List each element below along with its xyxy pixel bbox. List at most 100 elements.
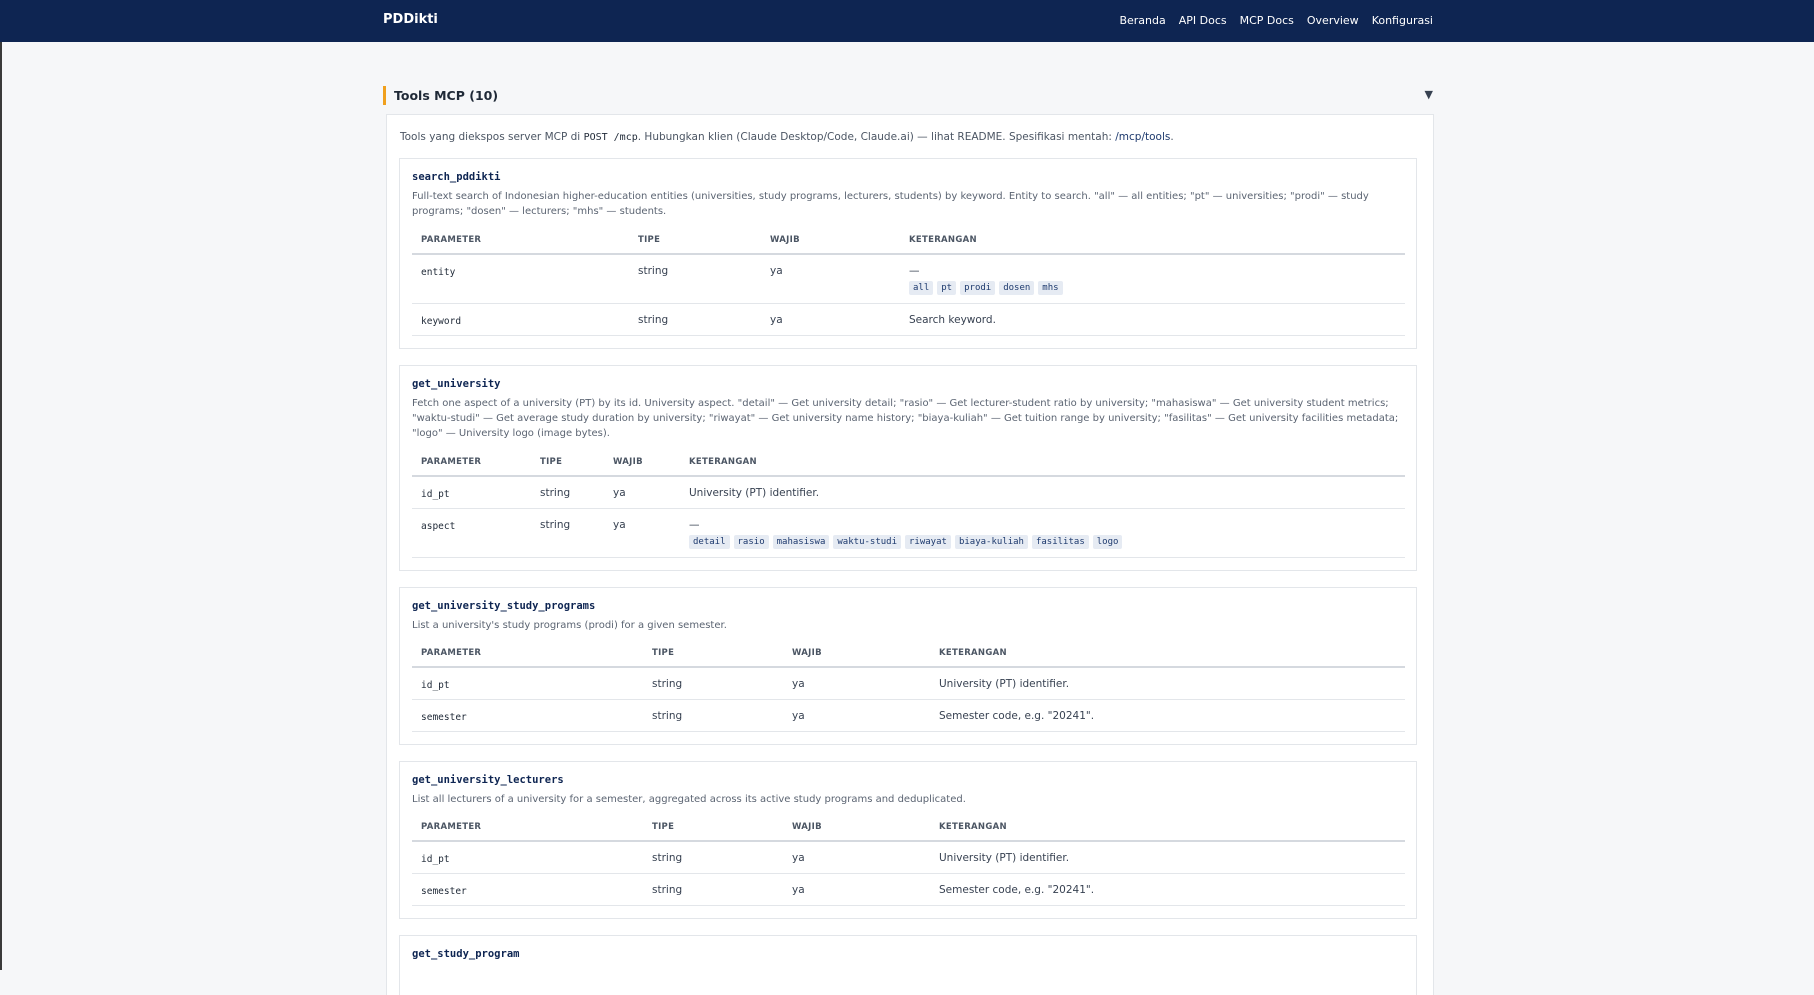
param-required: ya [792,710,805,722]
header-type: TIPE [652,648,675,658]
param-type: string [652,678,683,690]
tool-card-get-university-lecturers: get_university_lecturers List all lectur… [399,761,1417,919]
tool-description: List all lecturers of a university for a… [412,794,966,805]
enum-chip: detail [689,535,730,549]
nav-links: Beranda API Docs MCP Docs Overview Konfi… [1119,14,1433,27]
section-toggle[interactable]: Tools MCP (10) ▼ [383,86,1433,106]
param-type: string [540,519,571,531]
table-header: PARAMETER TIPE WAJIB KETERANGAN [412,454,1405,477]
enum-chip: mahasiswa [772,535,830,549]
enum-chip: mhs [1038,281,1063,295]
enum-chip: biaya-kuliah [954,535,1028,549]
header-description: KETERANGAN [909,235,977,245]
tool-name: search_pddikti [412,171,501,183]
nav-link-overview[interactable]: Overview [1307,14,1359,27]
params-table: PARAMETER TIPE WAJIB KETERANGAN entity s… [412,232,1405,336]
params-table: PARAMETER TIPE WAJIB KETERANGAN id_pt st… [412,454,1405,558]
header-required: WAJIB [613,457,643,467]
tool-card-get-study-program: get_study_program [399,935,1417,995]
param-required: ya [770,265,783,277]
table-row: aspect string ya — detail rasio mahasisw… [412,509,1405,558]
table-row: id_pt string ya University (PT) identifi… [412,668,1405,700]
nav-link-api-docs[interactable]: API Docs [1179,14,1227,27]
nav-link-mcp-docs[interactable]: MCP Docs [1240,14,1294,27]
table-row: entity string ya — all pt prodi dosen mh… [412,255,1405,304]
param-desc: Semester code, e.g. "20241". [939,710,1095,722]
param-type: string [638,314,669,326]
param-name: id_pt [421,680,450,691]
top-navbar: PDDikti Beranda API Docs MCP Docs Overvi… [0,0,1814,42]
brand-logo[interactable]: PDDikti [383,12,438,27]
section-title: Tools MCP (10) [394,88,499,103]
raw-spec-link[interactable]: /mcp/tools [1115,131,1170,143]
param-name: aspect [421,521,456,532]
param-desc: — [909,265,920,277]
param-desc: University (PT) identifier. [939,852,1070,864]
header-parameter: PARAMETER [421,648,482,658]
header-description: KETERANGAN [939,822,1007,832]
header-parameter: PARAMETER [421,235,482,245]
enum-chip: all [909,281,934,295]
param-desc: Semester code, e.g. "20241". [939,884,1095,896]
param-name: semester [421,712,467,723]
param-required: ya [613,519,626,531]
param-type: string [652,884,683,896]
param-type: string [638,265,669,277]
nav-link-konfigurasi[interactable]: Konfigurasi [1372,14,1433,27]
table-header: PARAMETER TIPE WAJIB KETERANGAN [412,232,1405,255]
caret-down-icon[interactable]: ▼ [1425,88,1433,101]
header-parameter: PARAMETER [421,457,482,467]
param-desc: University (PT) identifier. [939,678,1070,690]
tool-name: get_university_study_programs [412,600,596,612]
tool-card-get-university: get_university Fetch one aspect of a uni… [399,365,1417,571]
param-required: ya [792,884,805,896]
header-description: KETERANGAN [689,457,757,467]
enum-chip: rasio [733,535,769,549]
tool-description: Fetch one aspect of a university (PT) by… [412,398,1399,439]
param-name: keyword [421,316,462,327]
window-edge [0,42,2,970]
param-name: id_pt [421,854,450,865]
tool-name: get_university_lecturers [412,774,564,786]
intro-text-middle: . Hubungkan klien (Claude Desktop/Code, … [637,131,1116,143]
param-required: ya [770,314,783,326]
param-desc: University (PT) identifier. [689,487,820,499]
enum-chips: detail rasio mahasiswa waktu-studi riway… [689,535,1123,549]
endpoint-code: POST /mcp [583,132,638,143]
enum-chip: fasilitas [1031,535,1089,549]
param-required: ya [613,487,626,499]
enum-chips: all pt prodi dosen mhs [909,281,1063,295]
table-row: semester string ya Semester code, e.g. "… [412,874,1405,906]
enum-chip: pt [937,281,957,295]
intro-text: Tools yang diekspos server MCP di [400,131,584,143]
param-required: ya [792,678,805,690]
table-header: PARAMETER TIPE WAJIB KETERANGAN [412,819,1405,842]
enum-chip: riwayat [905,535,951,549]
param-name: semester [421,886,467,897]
intro-text-suffix: . [1170,131,1174,143]
tool-name: get_university [412,378,501,390]
table-row: keyword string ya Search keyword. [412,304,1405,336]
param-required: ya [792,852,805,864]
enum-chip: dosen [999,281,1035,295]
param-name: id_pt [421,489,450,500]
enum-chip: prodi [960,281,996,295]
param-type: string [540,487,571,499]
enum-chip: logo [1092,535,1123,549]
tool-card-search-pddikti: search_pddikti Full-text search of Indon… [399,158,1417,349]
tool-description: Full-text search of Indonesian higher-ed… [412,191,1369,217]
param-type: string [652,710,683,722]
param-name: entity [421,267,456,278]
tool-description: List a university's study programs (prod… [412,620,727,631]
table-row: semester string ya Semester code, e.g. "… [412,700,1405,732]
table-header: PARAMETER TIPE WAJIB KETERANGAN [412,645,1405,668]
params-table: PARAMETER TIPE WAJIB KETERANGAN id_pt st… [412,819,1405,906]
params-table: PARAMETER TIPE WAJIB KETERANGAN id_pt st… [412,645,1405,732]
header-required: WAJIB [770,235,800,245]
table-row: id_pt string ya University (PT) identifi… [412,842,1405,874]
param-desc: Search keyword. [909,314,996,326]
nav-link-beranda[interactable]: Beranda [1119,14,1165,27]
header-required: WAJIB [792,648,822,658]
header-type: TIPE [540,457,563,467]
header-description: KETERANGAN [939,648,1007,658]
